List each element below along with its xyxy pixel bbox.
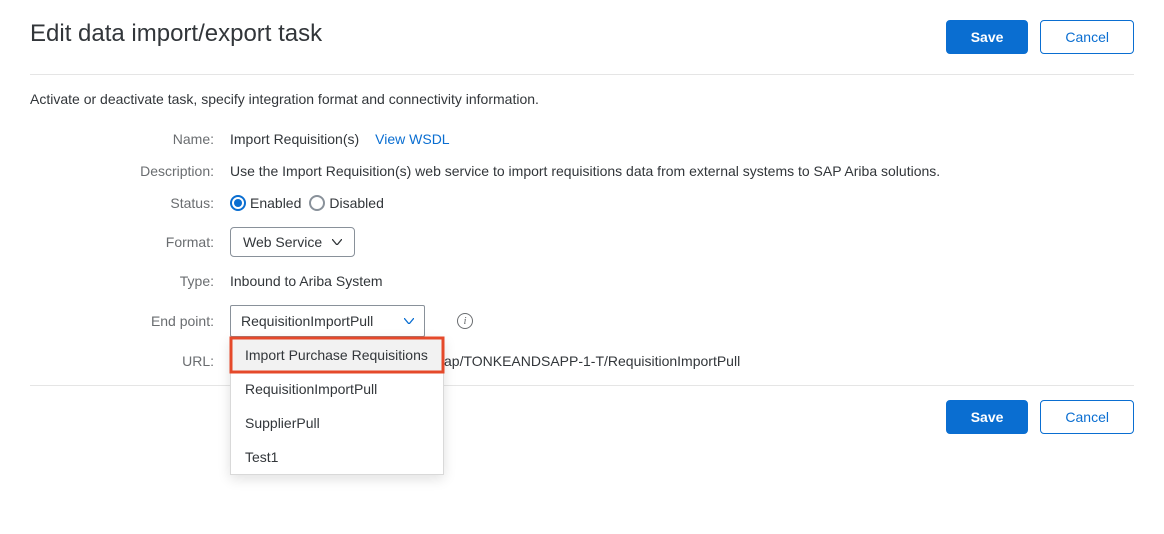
url-value: ap/TONKEANDSAPP-1-T/RequisitionImportPul… <box>444 353 740 369</box>
dropdown-option[interactable]: RequisitionImportPull <box>231 372 443 406</box>
format-label: Format: <box>30 234 230 250</box>
format-select[interactable]: Web Service <box>230 227 355 257</box>
dropdown-option[interactable]: SupplierPull <box>231 406 443 440</box>
page-title: Edit data import/export task <box>30 20 322 48</box>
status-disabled-radio[interactable] <box>309 195 325 211</box>
view-wsdl-link[interactable]: View WSDL <box>375 131 449 147</box>
intro-text: Activate or deactivate task, specify int… <box>30 91 1134 107</box>
dropdown-option[interactable]: Import Purchase Requisitions <box>231 338 443 372</box>
status-disabled-label: Disabled <box>329 195 383 211</box>
description-value: Use the Import Requisition(s) web servic… <box>230 163 940 179</box>
endpoint-select[interactable]: RequisitionImportPull <box>230 305 425 337</box>
url-label: URL: <box>30 353 230 369</box>
header-button-group: Save Cancel <box>946 20 1134 54</box>
endpoint-select-value: RequisitionImportPull <box>241 313 373 329</box>
dropdown-option[interactable]: Test1 <box>231 440 443 474</box>
info-icon[interactable]: i <box>457 313 473 329</box>
type-label: Type: <box>30 273 230 289</box>
status-label: Status: <box>30 195 230 211</box>
description-label: Description: <box>30 163 230 179</box>
cancel-button[interactable]: Cancel <box>1040 20 1134 54</box>
cancel-button-footer[interactable]: Cancel <box>1040 400 1134 434</box>
endpoint-label: End point: <box>30 313 230 329</box>
save-button[interactable]: Save <box>946 20 1029 54</box>
footer-button-group: Save Cancel <box>946 400 1134 434</box>
status-enabled-label: Enabled <box>250 195 301 211</box>
chevron-down-icon <box>332 239 342 245</box>
endpoint-dropdown: Import Purchase Requisitions Requisition… <box>230 337 444 475</box>
status-enabled-radio[interactable] <box>230 195 246 211</box>
type-value: Inbound to Ariba System <box>230 273 383 289</box>
name-value: Import Requisition(s) <box>230 131 359 147</box>
save-button-footer[interactable]: Save <box>946 400 1029 434</box>
format-select-value: Web Service <box>243 234 322 250</box>
name-label: Name: <box>30 131 230 147</box>
chevron-down-icon <box>404 318 414 324</box>
